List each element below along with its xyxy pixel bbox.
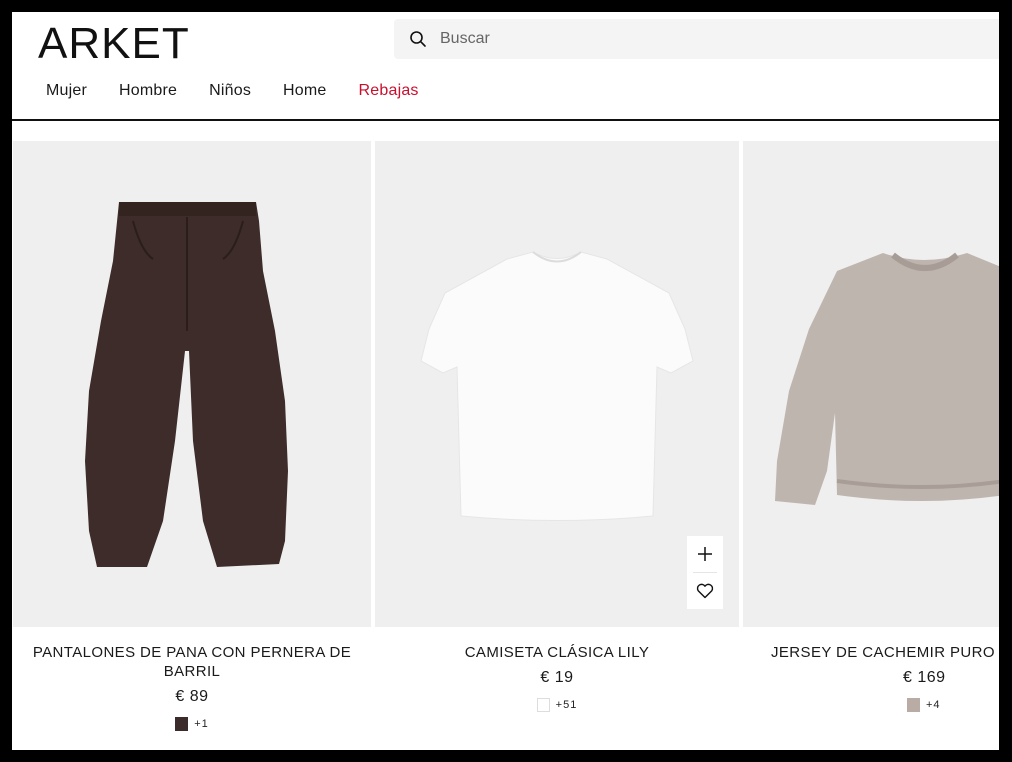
- product-card[interactable]: PANTALONES DE PANA CON PERNERA DE BARRIL…: [13, 141, 371, 731]
- product-image[interactable]: [743, 141, 999, 627]
- color-swatches: +51: [375, 698, 739, 712]
- main-nav: Mujer Hombre Niños Home Rebajas: [46, 82, 451, 100]
- heart-icon: [696, 583, 714, 599]
- more-colors-count: +1: [194, 718, 209, 730]
- product-image[interactable]: [375, 141, 739, 627]
- nav-item-hombre[interactable]: Hombre: [119, 82, 177, 100]
- nav-item-home[interactable]: Home: [283, 82, 326, 100]
- color-swatches: +4: [743, 698, 999, 712]
- favorite-button[interactable]: [687, 573, 723, 609]
- product-price: € 89: [175, 688, 209, 705]
- arket-logo[interactable]: ARKET: [38, 18, 190, 70]
- quick-actions: [687, 536, 723, 609]
- color-swatch[interactable]: [536, 698, 550, 712]
- search-icon: [408, 29, 428, 49]
- header-divider: [12, 119, 999, 121]
- product-price: € 169: [903, 669, 946, 686]
- product-name[interactable]: JERSEY DE CACHEMIR PURO: [743, 643, 999, 662]
- color-swatches: +1: [13, 717, 371, 731]
- nav-item-rebajas[interactable]: Rebajas: [359, 82, 419, 100]
- product-card[interactable]: JERSEY DE CACHEMIR PURO € 169 +4: [743, 141, 999, 712]
- search-bar[interactable]: [394, 19, 999, 59]
- nav-item-ninos[interactable]: Niños: [209, 82, 251, 100]
- product-card[interactable]: CAMISETA CLÁSICA LILY € 19 +51: [375, 141, 739, 712]
- more-colors-count: +4: [926, 699, 941, 711]
- color-swatch[interactable]: [175, 717, 189, 731]
- more-colors-count: +51: [555, 699, 578, 711]
- nav-item-mujer[interactable]: Mujer: [46, 82, 87, 100]
- color-swatch[interactable]: [907, 698, 920, 712]
- product-name[interactable]: CAMISETA CLÁSICA LILY: [375, 643, 739, 662]
- search-input[interactable]: [440, 30, 999, 48]
- product-image[interactable]: [13, 141, 371, 627]
- product-price: € 19: [540, 669, 574, 686]
- plus-icon: [698, 547, 712, 561]
- product-name[interactable]: PANTALONES DE PANA CON PERNERA DE BARRIL: [13, 643, 371, 681]
- page-frame: ARKET Mujer Hombre Niños Home Rebajas PA…: [12, 12, 999, 750]
- add-to-bag-button[interactable]: [687, 536, 723, 572]
